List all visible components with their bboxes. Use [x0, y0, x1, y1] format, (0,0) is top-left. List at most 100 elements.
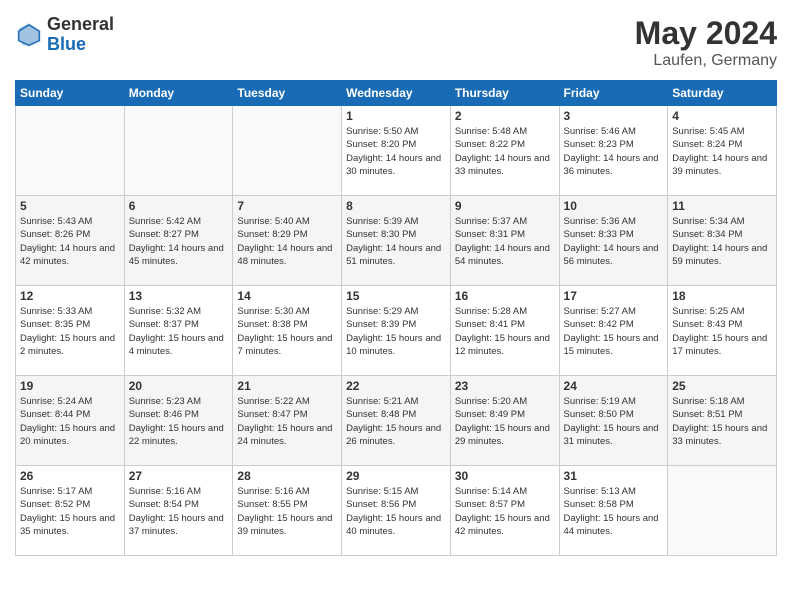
day-number: 18 — [672, 289, 772, 303]
day-info: Sunrise: 5:19 AM Sunset: 8:50 PM Dayligh… — [564, 395, 664, 448]
day-number: 8 — [346, 199, 446, 213]
day-info: Sunrise: 5:46 AM Sunset: 8:23 PM Dayligh… — [564, 125, 664, 178]
day-info: Sunrise: 5:27 AM Sunset: 8:42 PM Dayligh… — [564, 305, 664, 358]
day-cell: 2 Sunrise: 5:48 AM Sunset: 8:22 PM Daylig… — [450, 106, 559, 196]
calendar-table: Sunday Monday Tuesday Wednesday Thursday… — [15, 80, 777, 556]
day-info: Sunrise: 5:20 AM Sunset: 8:49 PM Dayligh… — [455, 395, 555, 448]
day-number: 11 — [672, 199, 772, 213]
day-cell: 28Sunrise: 5:16 AM Sunset: 8:55 PM Dayli… — [233, 466, 342, 556]
day-cell — [16, 106, 125, 196]
day-cell: 19Sunrise: 5:24 AM Sunset: 8:44 PM Dayli… — [16, 376, 125, 466]
day-cell: 1 Sunrise: 5:50 AM Sunset: 8:20 PM Daylig… — [342, 106, 451, 196]
day-number: 5 — [20, 199, 120, 213]
day-cell: 25Sunrise: 5:18 AM Sunset: 8:51 PM Dayli… — [668, 376, 777, 466]
day-cell: 4 Sunrise: 5:45 AM Sunset: 8:24 PM Daylig… — [668, 106, 777, 196]
week-row-1: 1 Sunrise: 5:50 AM Sunset: 8:20 PM Daylig… — [16, 106, 777, 196]
logo-text: General Blue — [47, 15, 114, 55]
day-info: Sunrise: 5:17 AM Sunset: 8:52 PM Dayligh… — [20, 485, 120, 538]
day-cell: 24Sunrise: 5:19 AM Sunset: 8:50 PM Dayli… — [559, 376, 668, 466]
day-cell — [124, 106, 233, 196]
day-number: 1 — [346, 109, 446, 123]
day-cell: 10 Sunrise: 5:36 AM Sunset: 8:33 PM Dayli… — [559, 196, 668, 286]
col-wednesday: Wednesday — [342, 81, 451, 106]
day-info: Sunrise: 5:30 AM Sunset: 8:38 PM Dayligh… — [237, 305, 337, 358]
day-cell: 11 Sunrise: 5:34 AM Sunset: 8:34 PM Dayli… — [668, 196, 777, 286]
day-cell: 13Sunrise: 5:32 AM Sunset: 8:37 PM Dayli… — [124, 286, 233, 376]
day-cell: 23 Sunrise: 5:20 AM Sunset: 8:49 PM Dayli… — [450, 376, 559, 466]
day-cell: 7 Sunrise: 5:40 AM Sunset: 8:29 PM Daylig… — [233, 196, 342, 286]
day-number: 14 — [237, 289, 337, 303]
day-number: 16 — [455, 289, 555, 303]
day-info: Sunrise: 5:13 AM Sunset: 8:58 PM Dayligh… — [564, 485, 664, 538]
day-info: Sunrise: 5:16 AM Sunset: 8:55 PM Dayligh… — [237, 485, 337, 538]
day-number: 29 — [346, 469, 446, 483]
day-cell: 22Sunrise: 5:21 AM Sunset: 8:48 PM Dayli… — [342, 376, 451, 466]
day-info: Sunrise: 5:25 AM Sunset: 8:43 PM Dayligh… — [672, 305, 772, 358]
day-info: Sunrise: 5:34 AM Sunset: 8:34 PM Dayligh… — [672, 215, 772, 268]
day-info: Sunrise: 5:21 AM Sunset: 8:48 PM Dayligh… — [346, 395, 446, 448]
day-cell: 31Sunrise: 5:13 AM Sunset: 8:58 PM Dayli… — [559, 466, 668, 556]
day-cell: 12 Sunrise: 5:33 AM Sunset: 8:35 PM Dayli… — [16, 286, 125, 376]
header-row: Sunday Monday Tuesday Wednesday Thursday… — [16, 81, 777, 106]
col-friday: Friday — [559, 81, 668, 106]
day-number: 19 — [20, 379, 120, 393]
day-info: Sunrise: 5:39 AM Sunset: 8:30 PM Dayligh… — [346, 215, 446, 268]
calendar-body: 1 Sunrise: 5:50 AM Sunset: 8:20 PM Daylig… — [16, 106, 777, 556]
day-number: 6 — [129, 199, 229, 213]
day-cell: 29Sunrise: 5:15 AM Sunset: 8:56 PM Dayli… — [342, 466, 451, 556]
day-number: 7 — [237, 199, 337, 213]
logo-icon — [15, 21, 43, 49]
day-info: Sunrise: 5:28 AM Sunset: 8:41 PM Dayligh… — [455, 305, 555, 358]
day-info: Sunrise: 5:33 AM Sunset: 8:35 PM Dayligh… — [20, 305, 120, 358]
week-row-4: 19Sunrise: 5:24 AM Sunset: 8:44 PM Dayli… — [16, 376, 777, 466]
day-info: Sunrise: 5:50 AM Sunset: 8:20 PM Dayligh… — [346, 125, 446, 178]
day-info: Sunrise: 5:48 AM Sunset: 8:22 PM Dayligh… — [455, 125, 555, 178]
day-cell — [668, 466, 777, 556]
day-cell: 3 Sunrise: 5:46 AM Sunset: 8:23 PM Daylig… — [559, 106, 668, 196]
day-number: 9 — [455, 199, 555, 213]
day-number: 10 — [564, 199, 664, 213]
month-year-title: May 2024 — [635, 15, 777, 52]
week-row-3: 12 Sunrise: 5:33 AM Sunset: 8:35 PM Dayli… — [16, 286, 777, 376]
day-cell: 9 Sunrise: 5:37 AM Sunset: 8:31 PM Daylig… — [450, 196, 559, 286]
page-header: General Blue May 2024 Laufen, Germany — [15, 15, 777, 70]
col-monday: Monday — [124, 81, 233, 106]
day-cell: 21 Sunrise: 5:22 AM Sunset: 8:47 PM Dayli… — [233, 376, 342, 466]
day-info: Sunrise: 5:42 AM Sunset: 8:27 PM Dayligh… — [129, 215, 229, 268]
day-number: 12 — [20, 289, 120, 303]
day-info: Sunrise: 5:29 AM Sunset: 8:39 PM Dayligh… — [346, 305, 446, 358]
day-info: Sunrise: 5:40 AM Sunset: 8:29 PM Dayligh… — [237, 215, 337, 268]
title-block: May 2024 Laufen, Germany — [635, 15, 777, 70]
day-number: 26 — [20, 469, 120, 483]
day-number: 2 — [455, 109, 555, 123]
week-row-5: 26 Sunrise: 5:17 AM Sunset: 8:52 PM Dayli… — [16, 466, 777, 556]
day-number: 23 — [455, 379, 555, 393]
day-cell: 15 Sunrise: 5:29 AM Sunset: 8:39 PM Dayli… — [342, 286, 451, 376]
day-info: Sunrise: 5:36 AM Sunset: 8:33 PM Dayligh… — [564, 215, 664, 268]
day-info: Sunrise: 5:23 AM Sunset: 8:46 PM Dayligh… — [129, 395, 229, 448]
day-number: 21 — [237, 379, 337, 393]
day-info: Sunrise: 5:43 AM Sunset: 8:26 PM Dayligh… — [20, 215, 120, 268]
logo: General Blue — [15, 15, 114, 55]
logo-blue: Blue — [47, 35, 114, 55]
day-cell: 20Sunrise: 5:23 AM Sunset: 8:46 PM Dayli… — [124, 376, 233, 466]
day-cell — [233, 106, 342, 196]
day-cell: 26 Sunrise: 5:17 AM Sunset: 8:52 PM Dayli… — [16, 466, 125, 556]
day-cell: 16 Sunrise: 5:28 AM Sunset: 8:41 PM Dayli… — [450, 286, 559, 376]
day-cell: 6 Sunrise: 5:42 AM Sunset: 8:27 PM Daylig… — [124, 196, 233, 286]
day-info: Sunrise: 5:45 AM Sunset: 8:24 PM Dayligh… — [672, 125, 772, 178]
day-info: Sunrise: 5:37 AM Sunset: 8:31 PM Dayligh… — [455, 215, 555, 268]
day-number: 15 — [346, 289, 446, 303]
col-tuesday: Tuesday — [233, 81, 342, 106]
day-number: 4 — [672, 109, 772, 123]
day-number: 17 — [564, 289, 664, 303]
col-thursday: Thursday — [450, 81, 559, 106]
day-number: 30 — [455, 469, 555, 483]
day-number: 3 — [564, 109, 664, 123]
day-info: Sunrise: 5:14 AM Sunset: 8:57 PM Dayligh… — [455, 485, 555, 538]
day-cell: 8 Sunrise: 5:39 AM Sunset: 8:30 PM Daylig… — [342, 196, 451, 286]
day-info: Sunrise: 5:22 AM Sunset: 8:47 PM Dayligh… — [237, 395, 337, 448]
location-subtitle: Laufen, Germany — [635, 52, 777, 70]
day-number: 13 — [129, 289, 229, 303]
day-info: Sunrise: 5:16 AM Sunset: 8:54 PM Dayligh… — [129, 485, 229, 538]
